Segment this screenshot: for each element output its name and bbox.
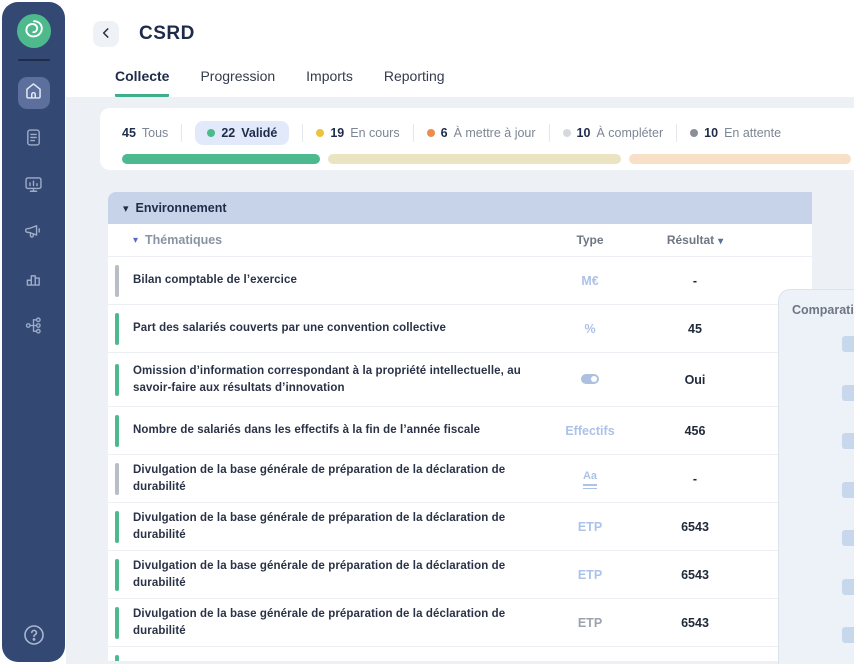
- comparatif-title: Comparatif: [779, 290, 854, 317]
- status-dot-yellow: [316, 129, 324, 137]
- app-window: CSRD Collecte Progression Imports Report…: [0, 0, 854, 664]
- table-row[interactable]: Divulgation de la base générale de prépa…: [108, 551, 812, 599]
- status-dot-lightgray: [563, 129, 571, 137]
- spiral-leaf-icon: [17, 12, 51, 51]
- chevron-left-icon: [99, 26, 113, 43]
- home-icon: [23, 80, 44, 106]
- monitor-chart-icon: [23, 174, 44, 200]
- comparatif-skeleton-block: [842, 627, 854, 643]
- help-button[interactable]: [21, 624, 47, 650]
- filter-divider: [302, 124, 303, 142]
- caret-down-icon: ▾: [123, 202, 129, 215]
- column-header-type[interactable]: Type: [540, 233, 640, 247]
- megaphone-icon: [23, 221, 44, 247]
- status-dot-orange: [427, 129, 435, 137]
- column-header-result[interactable]: Résultat▾: [640, 233, 750, 247]
- table-row[interactable]: Divulgation de la base générale de prépa…: [108, 455, 812, 503]
- hierarchy-icon: [23, 315, 44, 341]
- table-row[interactable]: Nombre de salariés dans les effectifs à …: [108, 407, 812, 455]
- progress-segment: [328, 154, 621, 164]
- filter-a-mettre-a-jour[interactable]: 6À mettre à jour: [427, 126, 536, 140]
- progress-bar: [122, 154, 851, 164]
- table-header: ▾ Thématiques Type Résultat▾: [108, 224, 812, 257]
- progress-segment: [122, 154, 320, 164]
- sidebar-item-organization[interactable]: [18, 312, 50, 344]
- table-row[interactable]: Omission d’information correspondant à l…: [108, 353, 812, 407]
- back-button[interactable]: [93, 21, 119, 47]
- content-area: 45Tous 22Validé 19En cours: [66, 97, 854, 664]
- tab-bar: Collecte Progression Imports Reporting: [115, 68, 445, 97]
- question-mark-icon: [22, 623, 46, 652]
- filter-valide[interactable]: 22Validé: [195, 121, 289, 145]
- section-header-environnement[interactable]: ▾ Environnement: [108, 192, 812, 224]
- sidebar-divider: [18, 59, 50, 61]
- filter-divider: [676, 124, 677, 142]
- filter-divider: [549, 124, 550, 142]
- filter-a-completer[interactable]: 10À compléter: [563, 126, 664, 140]
- comparatif-skeleton-block: [842, 433, 854, 449]
- toggle-on-icon: [581, 374, 599, 384]
- caret-down-icon: ▾: [718, 236, 723, 247]
- status-dot-darkgray: [690, 129, 698, 137]
- tab-imports[interactable]: Imports: [306, 68, 353, 97]
- text-format-icon: Aa: [583, 471, 597, 490]
- sidebar-item-dashboard[interactable]: [18, 171, 50, 203]
- topbar: CSRD Collecte Progression Imports Report…: [66, 0, 854, 97]
- page-title: CSRD: [139, 23, 195, 45]
- table-row[interactable]: [108, 647, 812, 661]
- table-row[interactable]: Divulgation de la base générale de prépa…: [108, 503, 812, 551]
- status-filter-card: 45Tous 22Validé 19En cours: [100, 108, 854, 170]
- comparatif-panel: Comparatif: [778, 289, 854, 664]
- caret-down-icon: ▾: [133, 235, 138, 246]
- tab-reporting[interactable]: Reporting: [384, 68, 445, 97]
- tab-collecte[interactable]: Collecte: [115, 68, 169, 97]
- filter-tous[interactable]: 45Tous: [122, 126, 168, 140]
- filter-divider: [181, 124, 182, 142]
- filter-en-attente[interactable]: 10En attente: [690, 126, 781, 140]
- comparatif-skeleton-block: [842, 385, 854, 401]
- sidebar: [2, 2, 65, 662]
- filter-en-cours[interactable]: 19En cours: [316, 126, 399, 140]
- bar-chart-icon: [23, 268, 44, 294]
- main-area: CSRD Collecte Progression Imports Report…: [66, 0, 854, 664]
- app-logo[interactable]: [17, 14, 51, 48]
- sidebar-item-announcements[interactable]: [18, 218, 50, 250]
- filter-divider: [413, 124, 414, 142]
- table-row[interactable]: Bilan comptable de l’exercice M€ -: [108, 257, 812, 305]
- filter-row: 45Tous 22Validé 19En cours: [122, 120, 854, 146]
- table-row[interactable]: Divulgation de la base générale de prépa…: [108, 599, 812, 647]
- table-row[interactable]: Part des salariés couverts par une conve…: [108, 305, 812, 353]
- comparatif-skeleton-block: [842, 530, 854, 546]
- document-icon: [23, 127, 44, 153]
- progress-segment: [629, 154, 851, 164]
- comparatif-skeleton-block: [842, 482, 854, 498]
- data-table: ▾ Thématiques Type Résultat▾ Bilan compt…: [108, 224, 812, 661]
- tab-progression[interactable]: Progression: [200, 68, 275, 97]
- group-header-thematiques[interactable]: ▾ Thématiques: [108, 233, 540, 247]
- sidebar-nav: [18, 77, 50, 344]
- sidebar-item-documents[interactable]: [18, 124, 50, 156]
- sidebar-item-home[interactable]: [18, 77, 50, 109]
- comparatif-skeleton-block: [842, 336, 854, 352]
- row-status-bar: [115, 655, 119, 661]
- comparatif-skeleton-block: [842, 579, 854, 595]
- status-dot-green: [207, 129, 215, 137]
- sidebar-item-analytics[interactable]: [18, 265, 50, 297]
